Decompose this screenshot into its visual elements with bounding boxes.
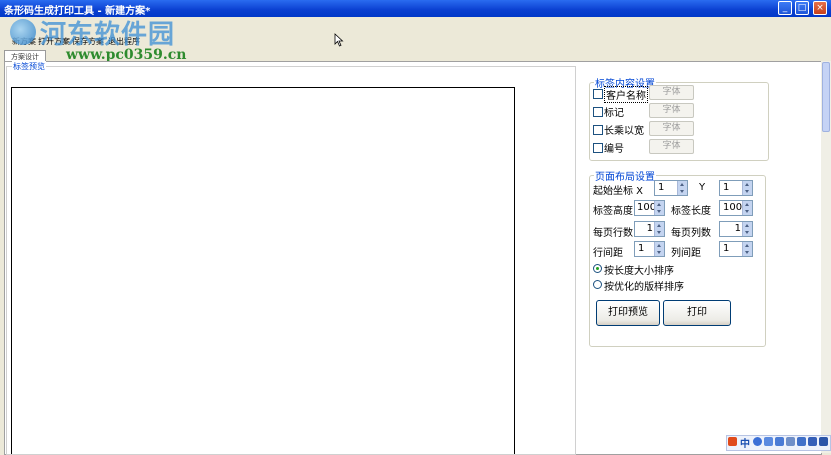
- start-x-stepper[interactable]: 1: [654, 180, 688, 196]
- spin-arrows-icon[interactable]: [742, 222, 752, 236]
- watermark-title: 河东软件园: [40, 20, 176, 50]
- keyboard-icon[interactable]: [775, 437, 784, 446]
- print-preview-button[interactable]: 打印预览: [596, 300, 660, 326]
- label-length-value: 100: [723, 202, 743, 213]
- label-height-stepper[interactable]: 100: [634, 200, 665, 216]
- settings-icon[interactable]: [819, 437, 828, 446]
- spin-arrows-icon[interactable]: [677, 181, 687, 195]
- spin-arrows-icon[interactable]: [742, 201, 752, 215]
- cols-label: 每页列数: [671, 228, 711, 239]
- scrollbar-thumb[interactable]: [822, 62, 830, 132]
- user-icon[interactable]: [786, 437, 795, 446]
- label-length-stepper[interactable]: 100: [719, 200, 753, 216]
- layout-settings-legend: 页面布局设置: [594, 168, 656, 183]
- col-gap-stepper[interactable]: 1: [719, 241, 753, 257]
- spin-arrows-icon[interactable]: [742, 181, 752, 195]
- rows-value: 1: [646, 223, 653, 234]
- checkbox-mark[interactable]: [593, 107, 603, 117]
- col-gap-label: 列间距: [671, 248, 701, 259]
- rows-stepper[interactable]: 1: [634, 221, 665, 237]
- cols-stepper[interactable]: 1: [719, 221, 753, 237]
- checkbox-number[interactable]: [593, 143, 603, 153]
- col-gap-value: 1: [723, 243, 730, 254]
- preview-canvas: [11, 87, 515, 454]
- spin-arrows-icon[interactable]: [654, 242, 664, 256]
- sort-by-length-label: 按长度大小排序: [604, 266, 674, 277]
- mouse-cursor-icon: [334, 33, 344, 47]
- start-y-value: 1: [723, 182, 730, 193]
- start-y-label: Y: [699, 182, 706, 193]
- print-button[interactable]: 打印: [663, 300, 731, 326]
- start-y-stepper[interactable]: 1: [719, 180, 753, 196]
- font-button-number[interactable]: 字体: [649, 139, 694, 154]
- moon-icon[interactable]: [753, 437, 762, 446]
- radio-sort-optimized[interactable]: [593, 280, 602, 289]
- label-number: 编号: [604, 144, 624, 155]
- label-customer-name: 客户名称: [604, 86, 648, 103]
- minimize-button[interactable]: _: [778, 1, 792, 15]
- checkbox-length-width[interactable]: [593, 125, 603, 135]
- label-length-label: 标签长度: [671, 206, 711, 217]
- sogou-icon[interactable]: [728, 437, 737, 446]
- radio-sort-by-length[interactable]: [593, 264, 602, 273]
- spin-arrows-icon[interactable]: [742, 242, 752, 256]
- checkbox-customer-name[interactable]: [593, 89, 603, 99]
- font-button-customer-name[interactable]: 字体: [649, 85, 694, 100]
- row-gap-value: 1: [638, 243, 645, 254]
- sort-optimized-label: 按优化的版样排序: [604, 282, 684, 293]
- watermark-logo-icon: [10, 19, 36, 45]
- cols-value: 1: [734, 223, 741, 234]
- spin-arrows-icon[interactable]: [654, 222, 664, 236]
- font-button-mark[interactable]: 字体: [649, 103, 694, 118]
- label-height-label: 标签高度: [593, 206, 633, 217]
- font-button-length-width[interactable]: 字体: [649, 121, 694, 136]
- rows-label: 每页行数: [593, 228, 633, 239]
- ime-lang-toggle[interactable]: 中: [740, 435, 750, 450]
- start-x-value: 1: [658, 182, 665, 193]
- wrench-icon[interactable]: [808, 437, 817, 446]
- label-mark: 标记: [604, 108, 624, 119]
- preview-legend: 标签预览: [12, 61, 46, 72]
- close-button[interactable]: ×: [813, 1, 827, 15]
- label-length-width: 长乘以宽: [604, 126, 644, 137]
- row-gap-label: 行间距: [593, 248, 623, 259]
- row-gap-stepper[interactable]: 1: [634, 241, 665, 257]
- punctuation-icon[interactable]: [764, 437, 773, 446]
- skin-icon[interactable]: [797, 437, 806, 446]
- start-x-label: 起始坐标 X: [593, 186, 644, 197]
- maximize-button[interactable]: □: [795, 1, 809, 15]
- spin-arrows-icon[interactable]: [654, 201, 664, 215]
